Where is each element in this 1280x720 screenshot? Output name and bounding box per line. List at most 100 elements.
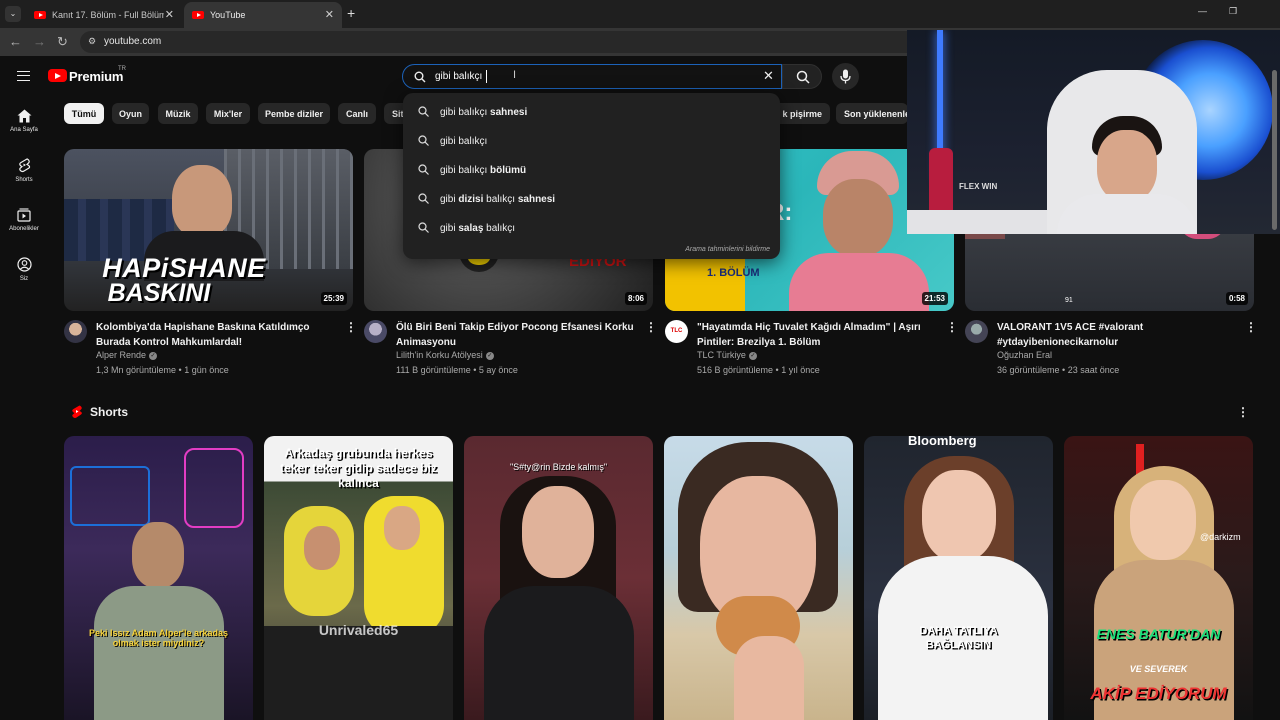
thumbnail-woman-face	[823, 179, 893, 257]
chip-live[interactable]: Canlı	[338, 103, 376, 124]
webcam-person-face	[1097, 130, 1157, 202]
short-watermark: Unrivaled65	[318, 622, 399, 638]
sidebar-item-shorts[interactable]: Shorts	[0, 158, 48, 183]
channel-name-text: Lilith'in Korku Atölyesi	[396, 350, 483, 360]
reload-icon[interactable]: ↻	[57, 34, 68, 50]
suggestion-text: gibi balıkçı bölümü	[440, 165, 527, 176]
webcam-overlay: FLEX WIN	[907, 30, 1280, 234]
video-meta: 111 B görüntüleme • 5 ay önce	[396, 365, 518, 375]
logo-text[interactable]: Premium	[69, 69, 123, 84]
logo-region: TR	[118, 66, 126, 72]
menu-icon[interactable]	[17, 71, 30, 81]
short-caption: "S#ty@rin Bizde kalmış"	[509, 462, 608, 472]
chip-all[interactable]: Tümü	[64, 103, 104, 124]
webcam-person-shirt	[1057, 194, 1197, 234]
tab-search-button[interactable]: ⌄	[5, 6, 21, 22]
channel-avatar[interactable]: TLC	[665, 320, 688, 343]
close-tab-icon[interactable]: ✕	[165, 8, 174, 21]
short-woman-face	[1130, 480, 1196, 560]
sidebar-item-you[interactable]: Siz	[0, 257, 48, 282]
video-title[interactable]: Ölü Biri Beni Takip Ediyor Pocong Efsane…	[396, 320, 636, 350]
video-meta: 1,3 Mn görüntüleme • 1 gün önce	[96, 365, 229, 375]
search-button[interactable]	[782, 64, 822, 89]
channel-name-text: Oğuzhan Eral	[997, 350, 1053, 360]
short-item[interactable]	[664, 436, 853, 720]
more-options-icon[interactable]: ⋮	[645, 320, 657, 334]
short-player-face	[384, 506, 420, 550]
short-neon-sign	[70, 466, 150, 526]
search-query: gibi balıkçı	[435, 71, 483, 82]
microphone-icon	[840, 69, 851, 84]
tab-kanit[interactable]: Kanıt 17. Bölüm - Full Bölüm - Y ✕	[26, 2, 182, 28]
tab-youtube[interactable]: YouTube ✕	[184, 2, 342, 28]
video-title[interactable]: Kolombiya'da Hapishane Baskına Katıldımç…	[96, 320, 336, 350]
more-options-icon[interactable]: ⋮	[1237, 405, 1249, 419]
suggestion-item[interactable]: gibi balıkçı	[403, 127, 780, 156]
restore-button[interactable]: ❐	[1229, 6, 1237, 17]
channel-name[interactable]: TLC Türkiye ✓	[697, 350, 757, 360]
search-input[interactable]: gibi balıkçı I ✕	[402, 64, 782, 89]
search-icon	[418, 106, 429, 117]
avatar-text: TLC	[670, 328, 683, 334]
search-icon	[414, 71, 426, 83]
video-thumbnail[interactable]: HAPiSHANE BASKINI 25:39	[64, 149, 353, 311]
youtube-logo-icon[interactable]	[48, 69, 67, 82]
forward-arrow-icon[interactable]: →	[33, 34, 46, 49]
channel-avatar[interactable]	[364, 320, 387, 343]
sidebar-item-label: Abonelikler	[9, 226, 39, 232]
suggestion-item[interactable]: gibi balıkçı sahnesi	[403, 98, 780, 127]
report-predictions-link[interactable]: Arama tahminlerini bildirme	[685, 246, 770, 253]
you-icon	[16, 257, 32, 272]
thumbnail-text: 91	[1065, 297, 1073, 304]
suggestion-text: gibi balıkçı	[440, 136, 488, 147]
sidebar-item-home[interactable]: Ana Sayfa	[0, 109, 48, 133]
thumbnail-text: BASKINI	[107, 279, 211, 307]
search-icon	[796, 70, 810, 84]
page-scrollbar[interactable]	[1272, 70, 1277, 230]
video-title[interactable]: "Hayatımda Hiç Tuvalet Kağıdı Almadım" |…	[697, 320, 937, 350]
short-item[interactable]: Peki Issız Adam Alper'le arkadaş olmak i…	[64, 436, 253, 720]
suggestion-text: gibi salaş balıkçı	[440, 223, 516, 234]
video-title[interactable]: VALORANT 1V5 ACE #valorant #ytdayibenion…	[997, 320, 1237, 350]
short-item[interactable]: Bloomberg DAHA TATLIYA BAĞLANSIN	[864, 436, 1053, 720]
sidebar-item-subscriptions[interactable]: Abonelikler	[0, 208, 48, 232]
more-options-icon[interactable]: ⋮	[1245, 320, 1257, 334]
chip-recently-uploaded[interactable]: Son yüklenenler	[836, 103, 908, 124]
channel-name-text: Alper Rende	[96, 350, 147, 360]
short-caption: Arkadaş grubunda herkes teker teker gidi…	[280, 446, 437, 490]
shorts-icon	[72, 405, 82, 418]
home-icon	[17, 109, 31, 123]
channel-name[interactable]: Alper Rende ✓	[96, 350, 158, 360]
short-item[interactable]: "S#ty@rin Bizde kalmış"	[464, 436, 653, 720]
more-options-icon[interactable]: ⋮	[345, 320, 357, 334]
video-meta: 516 B görüntüleme • 1 yıl önce	[697, 365, 820, 375]
short-woman-face	[922, 470, 996, 562]
sidebar-item-label: Shorts	[15, 177, 33, 183]
more-options-icon[interactable]: ⋮	[946, 320, 958, 334]
short-caption: Peki Issız Adam Alper'le arkadaş olmak i…	[88, 628, 229, 648]
new-tab-button[interactable]: +	[347, 5, 355, 21]
site-info-icon[interactable]: ⚙	[88, 36, 96, 47]
voice-search-button[interactable]	[832, 63, 859, 90]
channel-name[interactable]: Oğuzhan Eral	[997, 350, 1052, 360]
text-cursor	[486, 70, 487, 83]
suggestion-item[interactable]: gibi balıkçı bölümü	[403, 156, 780, 185]
minimize-button[interactable]: —	[1198, 6, 1207, 16]
chip-music[interactable]: Müzik	[158, 103, 198, 124]
video-duration: 21:53	[921, 292, 948, 305]
suggestion-item[interactable]: gibi salaş balıkçı	[403, 214, 780, 243]
short-item[interactable]: Arkadaş grubunda herkes teker teker gidi…	[264, 436, 453, 720]
search-icon	[418, 135, 429, 146]
back-arrow-icon[interactable]: ←	[9, 34, 22, 49]
chip-gaming[interactable]: Oyun	[112, 103, 149, 124]
channel-name[interactable]: Lilith'in Korku Atölyesi ✓	[396, 350, 494, 360]
close-tab-icon[interactable]: ✕	[325, 8, 334, 21]
short-item[interactable]: @darkizm ENES BATUR'DAN VE SEVEREK AKİP …	[1064, 436, 1253, 720]
channel-avatar[interactable]	[965, 320, 988, 343]
short-woman-face	[522, 486, 594, 578]
suggestion-item[interactable]: gibi dizisi balıkçı sahnesi	[403, 185, 780, 214]
clear-search-icon[interactable]: ✕	[763, 68, 774, 84]
chip-soap-operas[interactable]: Pembe diziler	[258, 103, 330, 124]
channel-avatar[interactable]	[64, 320, 87, 343]
chip-mixes[interactable]: Mix'ler	[206, 103, 250, 124]
